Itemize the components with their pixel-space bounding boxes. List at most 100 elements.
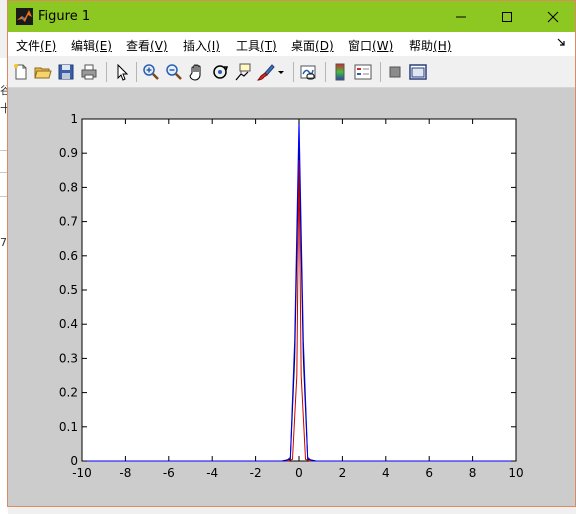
new-figure-icon	[14, 64, 27, 80]
data-cursor-button[interactable]	[233, 62, 253, 82]
close-icon	[547, 11, 559, 22]
pan-hand-icon	[189, 64, 201, 81]
x-tick-label: -4	[206, 466, 218, 480]
title-bar[interactable]: Figure 1	[8, 1, 575, 32]
toolbar-separator	[293, 62, 294, 82]
figure-toolbar	[8, 56, 575, 88]
x-tick-label: 10	[508, 466, 523, 480]
y-tick-label: 0.2	[59, 386, 78, 400]
y-tick-label: 0	[70, 454, 78, 468]
y-tick-label: 0.6	[59, 249, 78, 263]
menu-edit-accel: (E)	[95, 39, 112, 53]
menu-file-label: 文件	[16, 39, 41, 53]
menu-edit-label: 编辑	[71, 39, 96, 53]
x-tick-label: 0	[295, 466, 303, 480]
y-tick-label: 0.7	[59, 215, 78, 229]
x-tick-label: -6	[163, 466, 175, 480]
x-tick-label: 6	[425, 466, 433, 480]
menu-insert-accel: (I)	[207, 39, 220, 53]
zoom-out-icon	[166, 64, 182, 80]
show-plot-tools-button[interactable]	[408, 62, 428, 82]
y-tick-label: 0.1	[59, 420, 78, 434]
save-button[interactable]	[56, 62, 76, 82]
print-icon	[81, 64, 97, 80]
menu-window[interactable]: 窗口(W)	[348, 37, 393, 54]
x-tick-label: 8	[469, 466, 477, 480]
pan-button[interactable]	[187, 62, 207, 82]
dock-arrow-icon[interactable]	[557, 38, 565, 46]
y-tick-label: 0.3	[59, 351, 78, 365]
menu-desktop-label: 桌面	[291, 39, 316, 53]
menu-bar: 文件(F) 编辑(E) 查看(V) 插入(I) 工具(T) 桌面(D) 窗口(W…	[8, 32, 575, 56]
colorbar-button[interactable]	[330, 62, 350, 82]
hide-plot-tools-icon	[389, 66, 401, 78]
y-tick-label: 0.9	[59, 146, 78, 160]
maximize-icon	[502, 11, 512, 22]
menu-help-accel: (H)	[433, 39, 452, 53]
dropdown-arrow-icon	[278, 71, 284, 74]
print-button[interactable]	[79, 62, 99, 82]
show-plot-tools-icon	[409, 64, 427, 80]
open-file-button[interactable]	[33, 62, 53, 82]
x-tick-label: 4	[382, 466, 390, 480]
figure-canvas: -10 -8 -6 -4 -2 0 2 4 6 8 10 0 0.1 0.2 0.3 0.4 0.5 0.6 0.7…	[8, 88, 575, 506]
y-tick-label: 1	[70, 112, 78, 126]
y-tick-label: 0.4	[59, 317, 78, 331]
zoom-in-icon	[143, 64, 159, 80]
rotate-3d-button[interactable]	[210, 62, 230, 82]
legend-button[interactable]	[353, 62, 373, 82]
menu-insert-label: 插入	[183, 39, 208, 53]
menu-view-label: 查看	[126, 39, 151, 53]
menu-insert[interactable]: 插入(I)	[183, 37, 220, 54]
data-cursor-icon	[235, 63, 251, 81]
menu-file[interactable]: 文件(F)	[16, 37, 56, 54]
menu-window-label: 窗口	[348, 39, 373, 53]
x-tick-label: -10	[72, 466, 92, 480]
menu-desktop-accel: (D)	[315, 39, 334, 53]
toolbar-separator	[380, 62, 381, 82]
menu-tools-label: 工具	[236, 39, 261, 53]
window-title: Figure 1	[38, 9, 91, 24]
hide-plot-tools-button[interactable]	[385, 62, 405, 82]
x-tick-label: -8	[119, 466, 131, 480]
menu-file-accel: (F)	[40, 39, 57, 53]
toolbar-separator	[106, 62, 107, 82]
x-tick-label: 2	[339, 466, 347, 480]
brush-button[interactable]	[256, 62, 276, 82]
select-arrow-icon	[117, 63, 129, 81]
link-plot-button[interactable]	[298, 62, 318, 82]
select-arrow-button[interactable]	[112, 62, 132, 82]
minimize-button[interactable]	[438, 1, 484, 32]
new-figure-button[interactable]	[11, 62, 31, 82]
save-icon	[58, 64, 74, 80]
figure-window: Figure 1 文件(F) 编辑(E) 查看(V) 插入(I) 工具(T) 桌…	[7, 0, 576, 507]
menu-view[interactable]: 查看(V)	[126, 37, 168, 54]
menu-tools[interactable]: 工具(T)	[236, 37, 277, 54]
zoom-out-button[interactable]	[164, 62, 184, 82]
y-tick-label: 0.8	[59, 180, 78, 194]
menu-tools-accel: (T)	[260, 39, 277, 53]
brush-dropdown-button[interactable]	[276, 62, 286, 82]
brush-icon	[256, 64, 275, 81]
y-tick-label: 0.5	[59, 283, 78, 297]
menu-window-accel: (W)	[372, 39, 394, 53]
menu-view-accel: (V)	[150, 39, 168, 53]
colorbar-icon	[335, 63, 345, 81]
minimize-icon	[456, 16, 466, 17]
matlab-logo-icon	[16, 8, 33, 25]
x-tick-label: -2	[250, 466, 262, 480]
rotate-3d-icon	[213, 65, 229, 79]
plot-axes[interactable]: -10 -8 -6 -4 -2 0 2 4 6 8 10 0 0.1 0.2 0.3 0.4 0.5 0.6 0.7…	[8, 88, 575, 506]
zoom-in-button[interactable]	[141, 62, 161, 82]
link-plot-icon	[300, 65, 316, 80]
toolbar-separator	[325, 62, 326, 82]
open-file-icon	[34, 67, 52, 79]
maximize-button[interactable]	[484, 1, 530, 32]
legend-icon	[354, 64, 372, 80]
menu-help-label: 帮助	[409, 39, 434, 53]
close-button[interactable]	[530, 1, 576, 32]
menu-desktop[interactable]: 桌面(D)	[291, 37, 334, 54]
menu-help[interactable]: 帮助(H)	[409, 37, 451, 54]
menu-edit[interactable]: 编辑(E)	[71, 37, 112, 54]
toolbar-separator	[136, 62, 137, 82]
